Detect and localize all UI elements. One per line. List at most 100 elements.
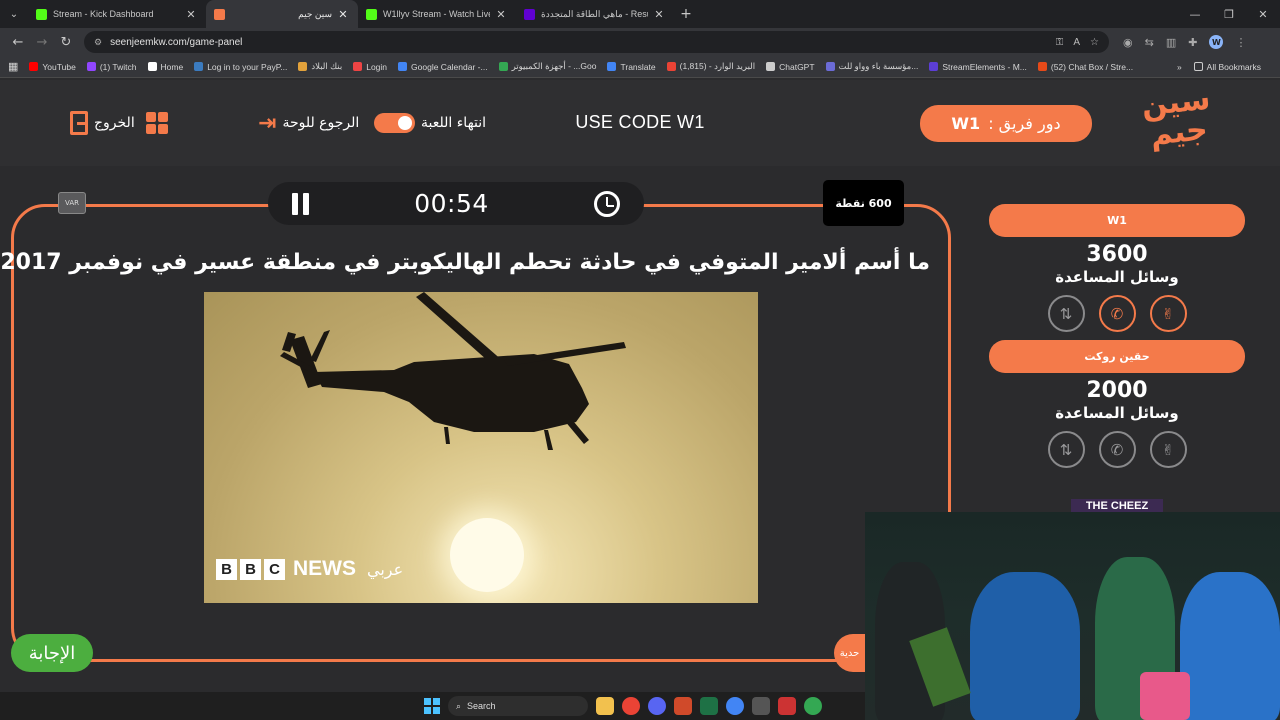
tab-kick-dashboard[interactable]: Stream - Kick Dashboard ✕ — [28, 0, 206, 28]
search-icon: ⌕ — [456, 700, 462, 711]
tab-title: Stream - Kick Dashboard — [53, 9, 154, 19]
bookmark-item[interactable]: StreamElements - M... — [929, 61, 1027, 72]
side-tab-button[interactable]: حدية — [834, 634, 865, 672]
bookmark-item[interactable]: Log in to your PayP... — [194, 61, 287, 72]
password-key-icon[interactable]: ⚿ — [1056, 37, 1064, 48]
bookmark-item[interactable]: أجهزة الكمبيوتر - ...Goo — [498, 61, 596, 72]
bbc-news-logo: B B C NEWS عربي — [216, 557, 403, 581]
var-icon[interactable]: VAR — [58, 192, 86, 214]
bookmark-item[interactable]: (52) Chat Box / Stre... — [1037, 61, 1133, 72]
app-icon[interactable] — [752, 697, 770, 715]
back-to-board-button[interactable]: ⇥ الرجوع للوحة — [258, 110, 359, 136]
team-help-label: وسائل المساعدة — [1055, 404, 1179, 422]
bookmark-item[interactable]: بنك البلاد — [298, 61, 342, 72]
tab-title: ماهي الطاقة المتجددة - Results — [541, 8, 648, 19]
site-info-icon[interactable]: ⚙ — [94, 37, 102, 48]
chrome-icon[interactable] — [726, 697, 744, 715]
windows-taskbar: ⌕ Search — [0, 692, 865, 720]
bookmark-label: بنك البلاد — [311, 61, 343, 71]
extensions-puzzle-icon[interactable]: ✚ — [1188, 36, 1197, 49]
translate-icon[interactable]: A — [1073, 37, 1080, 48]
swap-icon[interactable]: ⇅ — [1047, 431, 1085, 468]
tab-search-icon[interactable]: ⌄ — [0, 0, 28, 28]
file-explorer-icon[interactable] — [596, 697, 614, 715]
windows-start-icon[interactable] — [424, 698, 440, 714]
close-icon[interactable]: ✕ — [494, 8, 508, 21]
close-window-icon[interactable]: ✕ — [1246, 8, 1280, 21]
bookmark-star-icon[interactable]: ☆ — [1090, 37, 1099, 48]
profile-avatar[interactable]: W — [1209, 35, 1224, 49]
end-game-button[interactable]: انتهاء اللعبة — [374, 110, 486, 136]
bookmark-label: YouTube — [42, 61, 76, 72]
peace-hand-icon[interactable]: ✌ — [1149, 295, 1187, 332]
pause-icon[interactable] — [292, 192, 309, 215]
exit-button[interactable]: الخروج — [70, 110, 135, 136]
reload-icon[interactable]: ↻ — [54, 35, 78, 50]
extension-icon[interactable]: ◉ — [1123, 36, 1133, 49]
apps-grid-icon[interactable]: ▦ — [8, 60, 18, 73]
question-image: B B C NEWS عربي — [204, 292, 758, 603]
menu-kebab-icon[interactable]: ⋮ — [1235, 36, 1246, 49]
bookmark-label: (1) Twitch — [99, 61, 137, 72]
bookmark-item[interactable]: Google Calendar -... — [398, 61, 488, 72]
bookmark-favicon-icon — [498, 62, 508, 71]
reset-timer-icon[interactable] — [593, 190, 620, 217]
taskbar-search[interactable]: ⌕ Search — [448, 696, 588, 716]
question-text: ما أسم ألامير المتوفي في حادثة تحطم الها… — [0, 250, 930, 275]
forward-icon[interactable]: → — [30, 35, 54, 50]
tab-yahoo-results[interactable]: ماهي الطاقة المتجددة - Results ✕ — [516, 0, 674, 28]
sun — [450, 518, 524, 592]
app-icon[interactable] — [778, 697, 796, 715]
seen-jeem-icon — [214, 8, 225, 20]
phone-icon[interactable]: ✆ — [1098, 295, 1136, 332]
extension-icon[interactable]: ⇆ — [1145, 36, 1154, 49]
board-grid-button[interactable] — [146, 110, 168, 136]
all-bookmarks[interactable]: All Bookmarks — [1193, 62, 1261, 72]
bookmark-item[interactable]: ChatGPT — [766, 61, 815, 72]
bbc-letter: B — [240, 558, 261, 580]
discord-icon[interactable] — [648, 697, 666, 715]
kick-icon — [366, 8, 377, 20]
chrome-icon[interactable] — [622, 697, 640, 715]
bbc-news-text: NEWS — [293, 557, 356, 580]
timer-bar: 00:54 — [268, 182, 644, 225]
excel-icon[interactable] — [700, 697, 718, 715]
bookmark-favicon-icon — [353, 62, 363, 71]
bookmark-item[interactable]: Login — [353, 61, 387, 72]
tab-kick-stream[interactable]: W1llyv Stream - Watch Live on ✕ — [358, 0, 516, 28]
promo-code: USE CODE W1 — [575, 112, 705, 132]
end-game-toggle-icon[interactable] — [374, 113, 415, 133]
swap-icon[interactable]: ⇅ — [1047, 295, 1085, 332]
close-icon[interactable]: ✕ — [652, 8, 666, 21]
board-grid-icon — [146, 112, 168, 134]
chevron-right-icon[interactable]: » — [1177, 62, 1182, 72]
cheese-badge-icon — [1140, 672, 1190, 720]
bookmark-item[interactable]: (1) Twitch — [86, 61, 137, 72]
bookmark-label: StreamElements - M... — [942, 61, 1027, 72]
new-tab-icon[interactable]: + — [674, 6, 698, 22]
back-icon[interactable]: ← — [6, 35, 30, 50]
peace-hand-icon[interactable]: ✌ — [1149, 431, 1187, 468]
taskbar-search-label: Search — [467, 701, 496, 711]
bookmark-item[interactable]: Home — [147, 61, 183, 72]
seen-jeem-logo: سين جيم — [1139, 81, 1212, 153]
close-icon[interactable]: ✕ — [184, 8, 198, 21]
bookmark-item[interactable]: YouTube — [29, 61, 76, 72]
bookmark-favicon-icon — [298, 62, 308, 71]
chrome-icon[interactable] — [804, 697, 822, 715]
bookmark-item[interactable]: Translate — [607, 61, 656, 72]
bookmark-item[interactable]: مؤسسة باء وواو للت... — [825, 61, 918, 72]
bookmark-item[interactable]: البريد الوارد - (1,815) — [666, 61, 755, 72]
minimize-icon[interactable]: — — [1178, 8, 1212, 21]
phone-icon[interactable]: ✆ — [1098, 431, 1136, 468]
extension-icon[interactable]: ▥ — [1166, 36, 1176, 49]
close-icon[interactable]: ✕ — [336, 8, 350, 21]
app-icon[interactable] — [674, 697, 692, 715]
bookmark-label: Login — [366, 61, 388, 72]
answer-button[interactable]: الإجابة — [11, 634, 93, 672]
tab-seen-jeem[interactable]: سين جيم ✕ — [206, 0, 358, 28]
address-bar[interactable]: ⚙ seenjeemkw.com/game-panel ⚿ A ☆ — [84, 31, 1109, 53]
lifelines: ⇅ ✆ ✌ — [989, 295, 1245, 332]
bookmark-favicon-icon — [1037, 62, 1047, 71]
restore-icon[interactable]: ❐ — [1212, 8, 1246, 21]
